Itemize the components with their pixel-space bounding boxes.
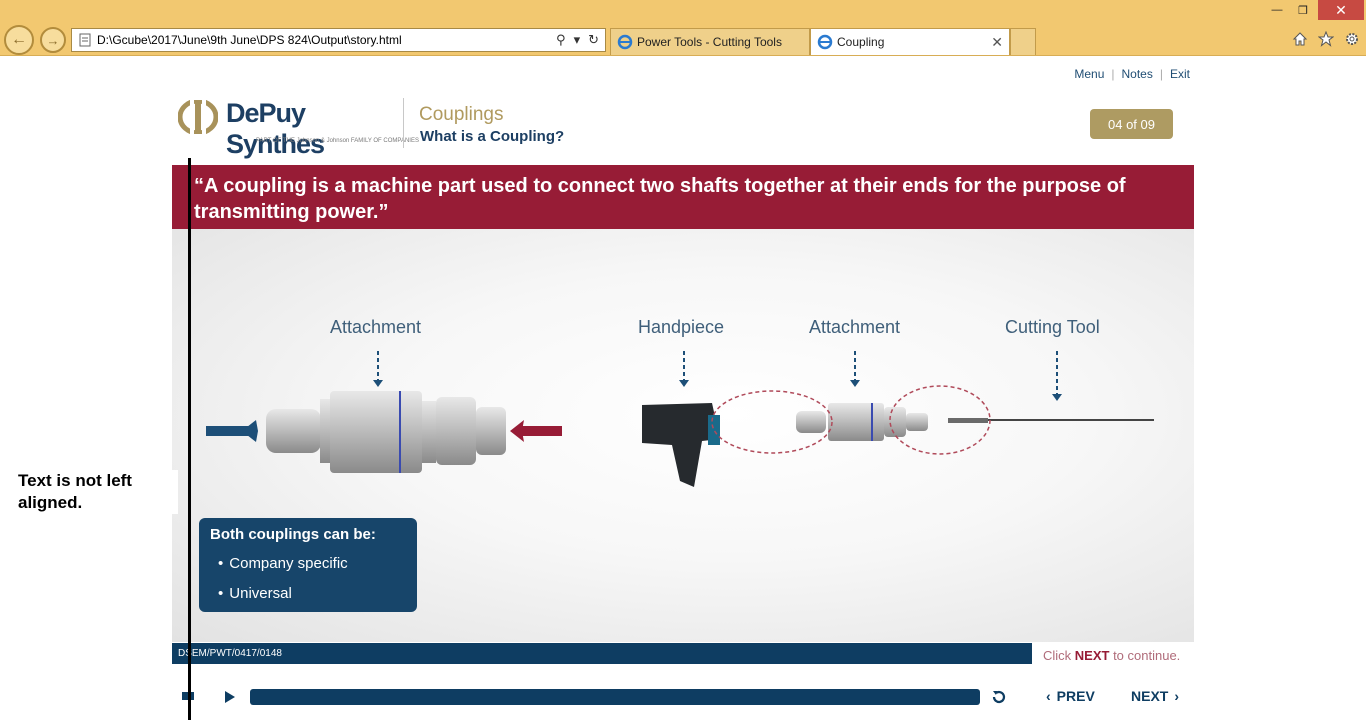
definition-banner: “A coupling is a machine part used to co… — [172, 165, 1194, 229]
header-divider — [403, 98, 404, 148]
tab-power-tools[interactable]: Power Tools - Cutting Tools — [610, 28, 810, 55]
annotation-note: Text is not left aligned. — [18, 470, 178, 514]
maximize-button[interactable]: ❐ — [1290, 0, 1316, 20]
arrow-right-icon: → — [46, 32, 60, 48]
course-subtitle: What is a Coupling? — [420, 128, 565, 145]
footer-code-bar: DSEM/PWT/0417/0148 — [172, 643, 1032, 664]
next-button[interactable]: NEXT › — [1131, 688, 1179, 704]
minimize-button[interactable]: — — [1264, 0, 1290, 20]
page-icon — [75, 30, 95, 50]
info-box: Both couplings can be: Company specific … — [199, 518, 417, 612]
small-attachment — [796, 403, 928, 441]
annotation-line — [188, 158, 191, 720]
ie-icon — [817, 34, 833, 50]
tab-coupling[interactable]: Coupling ✕ — [810, 28, 1010, 55]
course-title: Couplings — [419, 104, 504, 125]
play-icon — [225, 691, 235, 703]
close-tab-icon[interactable]: ✕ — [991, 34, 1003, 51]
home-icon[interactable] — [1290, 29, 1310, 49]
info-item: Company specific — [218, 549, 406, 579]
chevron-right-icon: › — [1174, 688, 1180, 704]
large-attachment — [206, 391, 562, 473]
search-icon[interactable]: ⚲ — [556, 32, 566, 48]
new-tab-button[interactable] — [1010, 28, 1036, 55]
info-title: Both couplings can be: — [210, 526, 376, 543]
gear-icon[interactable] — [1342, 29, 1362, 49]
cutting-tool — [948, 418, 1154, 423]
course-code: DSEM/PWT/0417/0148 — [178, 648, 282, 659]
page-counter: 04 of 09 — [1090, 109, 1173, 139]
notes-link[interactable]: Notes — [1122, 67, 1153, 81]
ie-icon — [617, 34, 633, 50]
seek-bar[interactable] — [250, 689, 980, 705]
logo-tagline: PART OF THE Johnson & Johnson FAMILY OF … — [256, 138, 419, 144]
replay-button[interactable] — [988, 686, 1010, 708]
click-next-hint: Click NEXT to continue. — [1043, 648, 1181, 663]
depuy-synthes-logo: DePuy Synthes PART OF THE Johnson & John… — [178, 98, 419, 159]
logo-brand: DePuy Synthes — [226, 98, 325, 159]
play-button[interactable] — [222, 688, 238, 706]
arrowheads — [373, 380, 1062, 401]
exit-link[interactable]: Exit — [1170, 67, 1190, 81]
prev-button[interactable]: ‹ PREV — [1046, 688, 1095, 704]
address-text: D:\Gcube\2017\June\9th June\DPS 824\Outp… — [97, 33, 402, 47]
close-window-button[interactable]: ✕ — [1318, 0, 1364, 20]
logo-mark-icon — [178, 100, 218, 134]
dashed-arrow-icon — [377, 351, 1058, 395]
arrow-left-icon: ← — [11, 31, 27, 48]
dropdown-icon[interactable]: ▾ — [574, 32, 581, 48]
chevron-left-icon: ‹ — [1046, 688, 1051, 704]
replay-icon — [992, 690, 1006, 704]
tab-label: Power Tools - Cutting Tools — [637, 35, 782, 49]
star-icon[interactable] — [1316, 29, 1336, 49]
menu-link[interactable]: Menu — [1074, 67, 1104, 81]
refresh-icon[interactable]: ↻ — [588, 32, 599, 48]
browser-chrome: — ❐ ✕ ← → D:\Gcube\2017\June\9th June\DP… — [0, 0, 1366, 56]
address-bar[interactable]: D:\Gcube\2017\June\9th June\DPS 824\Outp… — [71, 28, 606, 52]
top-links: Menu | Notes | Exit — [1074, 67, 1190, 81]
forward-button[interactable]: → — [40, 27, 66, 53]
handpiece — [642, 403, 720, 487]
info-item: Universal — [218, 579, 406, 609]
back-button[interactable]: ← — [4, 25, 34, 55]
tab-label: Coupling — [837, 35, 885, 49]
